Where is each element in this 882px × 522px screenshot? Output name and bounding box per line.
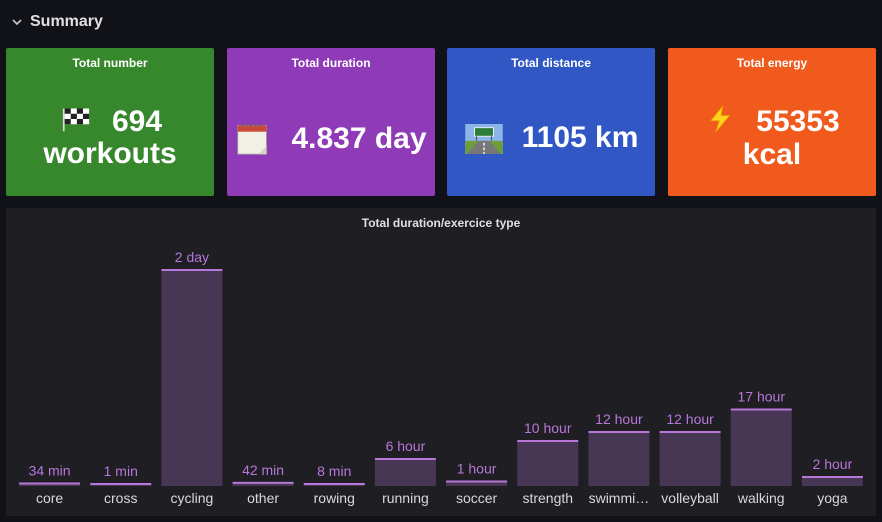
- category-label: rowing: [314, 490, 355, 506]
- bar-value-label: 10 hour: [524, 420, 572, 436]
- category-label: core: [36, 490, 63, 506]
- bar-value-label: 2 day: [175, 249, 209, 265]
- category-label: cycling: [171, 490, 214, 506]
- stat-value-line2: workouts: [43, 137, 177, 170]
- bar-volleyball[interactable]: [659, 432, 721, 486]
- bar-running[interactable]: [374, 459, 436, 486]
- bar-top-line: [730, 408, 792, 411]
- stat-value-line1: 694: [111, 105, 163, 138]
- stat-total-duration: Total duration 4.837 day: [227, 48, 435, 196]
- stat-total-distance: Total distance 1105 km: [447, 48, 655, 196]
- bar-top-line: [446, 480, 508, 483]
- row-title: Summary: [30, 13, 103, 30]
- stat-value-line2: kcal: [742, 138, 802, 172]
- bar-top-line: [374, 458, 436, 460]
- bar-top-line: [659, 431, 721, 433]
- lightning-icon: [710, 104, 731, 133]
- category-label: strength: [522, 490, 573, 506]
- stat-title: Total duration: [291, 56, 371, 70]
- stat-total-energy: Total energy 55353 kcal: [668, 48, 876, 196]
- stat-value: 694 workouts: [6, 106, 214, 170]
- bar-value-label: 6 hour: [386, 438, 426, 454]
- category-label: soccer: [456, 490, 498, 506]
- bar-top-line: [303, 483, 365, 485]
- stat-value-line1: 55353: [756, 105, 840, 138]
- category-label: yoga: [817, 490, 848, 506]
- stat-value-text: 4.837 day: [291, 121, 427, 155]
- category-label: cross: [104, 490, 137, 506]
- bar-swimmi[interactable]: [588, 432, 650, 486]
- highway-icon: [464, 124, 503, 155]
- bar-top-line: [90, 483, 152, 485]
- bar-top-line: [517, 440, 579, 442]
- chevron-down-icon: [12, 19, 22, 26]
- bar-value-label: 17 hour: [738, 389, 786, 405]
- stat-value: 1105 km: [447, 121, 655, 155]
- bar-top-line: [801, 476, 863, 478]
- bar-cycling[interactable]: [161, 270, 223, 486]
- bar-value-label: 1 min: [104, 463, 138, 479]
- bar-value-label: 8 min: [317, 463, 351, 479]
- bar-top-line: [588, 431, 650, 433]
- category-label: swimmi…: [589, 490, 650, 506]
- bar-value-label: 42 min: [242, 462, 284, 478]
- bar-strength[interactable]: [517, 441, 579, 486]
- bar-value-label: 2 hour: [813, 456, 853, 472]
- category-label: other: [247, 490, 279, 506]
- stat-value-text: 1105 km: [521, 121, 639, 154]
- stat-title: Total number: [72, 56, 148, 70]
- stat-title: Total distance: [511, 56, 591, 70]
- category-label: running: [382, 490, 429, 506]
- stat-total-number: Total number 694 workouts: [6, 48, 214, 196]
- stat-value: 55353 kcal: [668, 104, 876, 172]
- bar-top-line: [232, 481, 294, 484]
- category-label: walking: [737, 490, 785, 506]
- row-summary-toggle[interactable]: Summary: [10, 10, 103, 34]
- bar-value-label: 12 hour: [666, 411, 714, 427]
- chart-panel-duration-by-type: Total duration/exercice type 34 min core 1…: [6, 208, 876, 516]
- stat-title: Total energy: [736, 56, 808, 70]
- bar-chart: 34 min core 1 min cross 2 day cycling 42 min ot…: [19, 249, 863, 506]
- bar-value-label: 34 min: [29, 462, 71, 478]
- category-label: volleyball: [661, 490, 719, 506]
- bar-value-label: 12 hour: [595, 411, 643, 427]
- bar-walking[interactable]: [730, 409, 792, 487]
- bar-top-line: [161, 269, 223, 271]
- calendar-icon: [237, 124, 268, 155]
- checkered-flag-icon: [62, 108, 90, 132]
- bar-top-line: [19, 482, 81, 485]
- bar-value-label: 1 hour: [457, 461, 497, 477]
- bar-yoga[interactable]: [801, 477, 863, 486]
- stat-value: 4.837 day: [227, 122, 435, 158]
